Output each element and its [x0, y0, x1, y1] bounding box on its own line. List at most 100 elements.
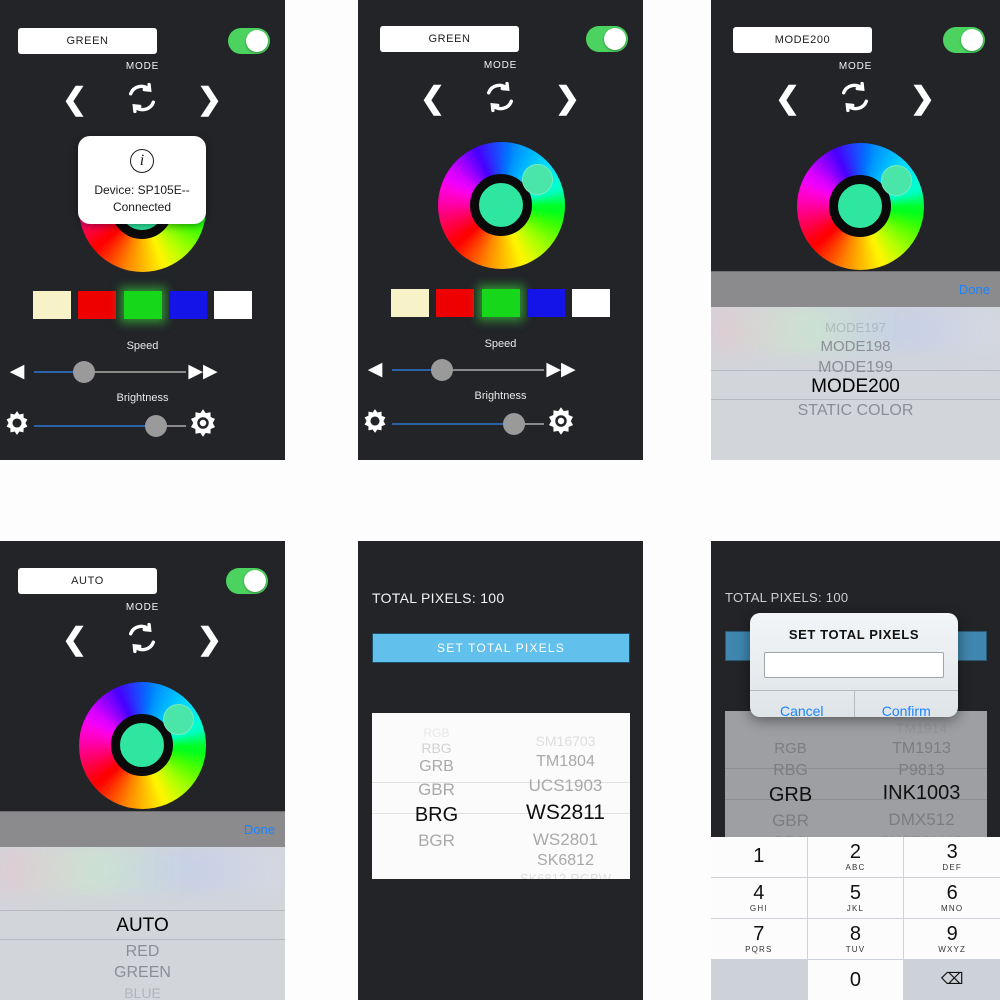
speed-slider-thumb[interactable] — [431, 358, 454, 381]
picker-item-selected[interactable]: AUTO — [0, 916, 285, 935]
chip-order-item[interactable]: RBG — [372, 741, 501, 755]
brightness-slider-track[interactable] — [34, 414, 186, 437]
swatch-blue[interactable] — [168, 291, 207, 319]
speed-increase-icon[interactable]: ▶▶ — [186, 360, 220, 383]
swatch-green[interactable] — [123, 291, 162, 319]
chip-order-column[interactable]: RGB RBG GRB GBR BRG BGR — [372, 713, 501, 879]
color-wheel-selector[interactable] — [522, 164, 553, 195]
power-toggle[interactable] — [943, 27, 985, 53]
chip-order-item[interactable]: GBR — [725, 812, 856, 829]
chevron-right-icon[interactable]: ❯ — [197, 85, 222, 115]
mode-field[interactable]: MODE200 — [733, 27, 872, 53]
chevron-left-icon[interactable]: ❮ — [62, 625, 87, 655]
chip-ic-item[interactable]: TM1913 — [856, 741, 987, 757]
chip-order-item[interactable]: GRB — [372, 759, 501, 775]
key-9[interactable]: 9 WXYZ — [904, 919, 1000, 959]
swatch-white[interactable] — [572, 289, 610, 317]
mode-field[interactable]: AUTO — [18, 568, 157, 594]
picker-item[interactable]: BLUE — [0, 986, 285, 1000]
key-8[interactable]: 8 TUV — [807, 919, 904, 959]
chip-ic-item[interactable]: WS2801 — [501, 831, 630, 848]
brightness-high-icon[interactable] — [544, 406, 578, 441]
chip-ic-item[interactable]: UCS1903 — [501, 777, 630, 794]
speed-decrease-icon[interactable]: ◀ — [358, 358, 392, 381]
speed-decrease-icon[interactable]: ◀ — [0, 360, 34, 383]
chevron-right-icon[interactable]: ❯ — [910, 84, 935, 114]
picker-done-button[interactable]: Done — [244, 822, 275, 837]
brightness-slider-track[interactable] — [392, 412, 544, 435]
swatch-ivory[interactable] — [391, 289, 429, 317]
key-3[interactable]: 3 DEF — [904, 837, 1000, 877]
chip-ic-item[interactable]: DMX512 — [856, 811, 987, 828]
brightness-slider-thumb[interactable] — [502, 412, 525, 435]
chip-order-item[interactable]: GBR — [372, 781, 501, 798]
chip-ic-item-selected[interactable]: INK1003 — [856, 783, 987, 803]
brightness-high-icon[interactable] — [186, 408, 220, 443]
power-toggle[interactable] — [586, 26, 628, 52]
picker-item[interactable]: MODE199 — [711, 360, 1000, 376]
chip-ic-column[interactable]: SM16703 TM1804 UCS1903 WS2811 WS2801 SK6… — [501, 713, 630, 879]
picker-wheel[interactable]: AUTO RED GREEN BLUE — [0, 847, 285, 1000]
chevron-left-icon[interactable]: ❮ — [62, 85, 87, 115]
chip-ic-column[interactable]: TM1914 TM1913 P9813 INK1003 DMX512 CUSTO… — [856, 711, 987, 846]
refresh-icon[interactable] — [125, 81, 159, 119]
mode-field[interactable]: GREEN — [380, 26, 519, 52]
chip-order-item[interactable]: BGR — [372, 832, 501, 849]
refresh-icon[interactable] — [125, 621, 159, 659]
chip-ic-item[interactable]: TM1804 — [501, 754, 630, 770]
key-2[interactable]: 2 ABC — [807, 837, 904, 877]
color-wheel[interactable] — [797, 143, 924, 270]
swatch-green[interactable] — [481, 289, 520, 317]
chevron-right-icon[interactable]: ❯ — [555, 84, 580, 114]
key-6[interactable]: 6 MNO — [904, 878, 1000, 918]
chip-order-item[interactable]: RGB — [725, 741, 856, 756]
backspace-key[interactable]: ⌫ — [904, 960, 1000, 1000]
speed-slider-track[interactable] — [34, 360, 186, 383]
key-5[interactable]: 5 JKL — [807, 878, 904, 918]
chip-ic-item[interactable]: SK6812-RGBW — [501, 872, 630, 879]
chip-order-item-selected[interactable]: BRG — [372, 805, 501, 825]
confirm-button[interactable]: Confirm — [853, 691, 959, 717]
picker-item-selected[interactable]: MODE200 — [711, 377, 1000, 396]
color-wheel-selector[interactable] — [163, 704, 194, 735]
swatch-red[interactable] — [78, 291, 117, 319]
picker-column[interactable]: AUTO RED GREEN BLUE — [0, 847, 285, 1000]
picker-item[interactable]: GREEN — [0, 965, 285, 981]
chevron-left-icon[interactable]: ❮ — [775, 84, 800, 114]
picker-item[interactable]: MODE198 — [711, 339, 1000, 354]
picker-column[interactable]: MODE197 MODE198 MODE199 MODE200 STATIC C… — [711, 307, 1000, 460]
chevron-left-icon[interactable]: ❮ — [420, 84, 445, 114]
speed-slider-track[interactable] — [392, 358, 544, 381]
power-toggle[interactable] — [226, 568, 268, 594]
chip-ic-item[interactable]: TM1914 — [856, 721, 987, 735]
chip-type-picker[interactable]: RGB RBG GRB GBR BRG TM1914 TM1913 P9813 … — [725, 711, 987, 846]
set-total-pixels-button[interactable]: SET TOTAL PIXELS — [372, 633, 630, 663]
picker-wheel[interactable]: MODE197 MODE198 MODE199 MODE200 STATIC C… — [711, 307, 1000, 460]
brightness-low-icon[interactable] — [358, 408, 392, 439]
power-toggle[interactable] — [228, 28, 270, 54]
chip-ic-item[interactable]: SK6812 — [501, 853, 630, 869]
pixel-count-input[interactable] — [764, 652, 944, 678]
picker-item[interactable]: RED — [0, 944, 285, 960]
picker-done-button[interactable]: Done — [959, 282, 990, 297]
key-7[interactable]: 7 PQRS — [711, 919, 807, 959]
key-4[interactable]: 4 GHI — [711, 878, 807, 918]
swatch-red[interactable] — [436, 289, 475, 317]
chip-type-picker[interactable]: RGB RBG GRB GBR BRG BGR SM16703 TM1804 U… — [372, 713, 630, 879]
chip-ic-item[interactable]: P9813 — [856, 763, 987, 779]
chip-order-column[interactable]: RGB RBG GRB GBR BRG — [725, 711, 856, 846]
chip-ic-item-selected[interactable]: WS2811 — [501, 802, 630, 823]
picker-item[interactable]: STATIC COLOR — [711, 403, 1000, 419]
chip-ic-item[interactable]: SM16703 — [501, 734, 630, 748]
color-wheel[interactable] — [79, 682, 206, 809]
key-0[interactable]: 0 — [807, 960, 904, 1000]
color-wheel-selector[interactable] — [881, 165, 912, 196]
refresh-icon[interactable] — [483, 80, 517, 118]
swatch-white[interactable] — [214, 291, 252, 319]
chip-order-item-selected[interactable]: GRB — [725, 785, 856, 805]
speed-slider-thumb[interactable] — [73, 360, 96, 383]
chip-order-item[interactable]: RGB — [372, 727, 501, 739]
chevron-right-icon[interactable]: ❯ — [197, 625, 222, 655]
swatch-blue[interactable] — [526, 289, 565, 317]
key-1[interactable]: 1 — [711, 837, 807, 877]
